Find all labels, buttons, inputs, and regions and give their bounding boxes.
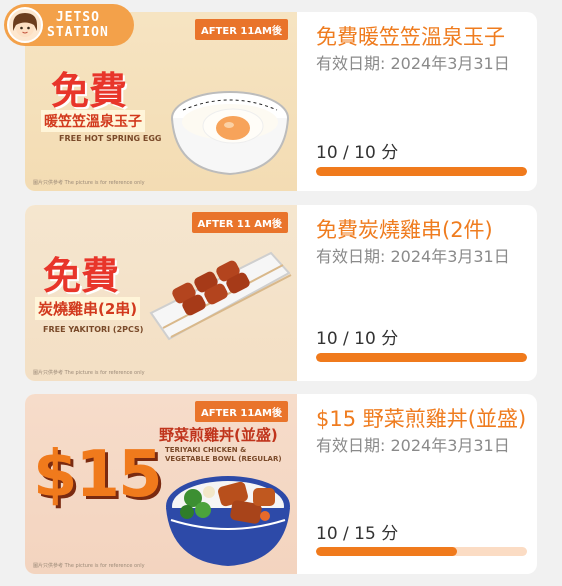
coupon-validity: 有效日期: 2024年3月31日 (316, 54, 510, 73)
promo-english-text: FREE YAKITORI (2PCS) (43, 325, 144, 334)
coupon-image: AFTER 11AM後 $15 野菜煎雞丼(並盛) TERIYAKI CHICK… (25, 394, 297, 574)
coupon-validity: 有效日期: 2024年3月31日 (316, 247, 510, 266)
coupon-title: 免費炭燒雞串(2件) (316, 218, 493, 242)
mascot-face-icon (7, 7, 43, 43)
coupon-title: $15 野菜煎雞丼(並盛) (316, 407, 527, 431)
fine-print: 圖片只供參考 The picture is for reference only (33, 370, 145, 376)
coupon-card-chicken-bowl[interactable]: AFTER 11AM後 $15 野菜煎雞丼(並盛) TERIYAKI CHICK… (25, 394, 537, 574)
coupon-progress-fill (316, 353, 527, 362)
after-11am-tag: AFTER 11 AM後 (191, 212, 288, 233)
coupon-progress-fill (316, 547, 457, 556)
coupon-count: 10 / 10 分 (316, 329, 399, 349)
yakitori-plate-illustration (149, 251, 292, 341)
jetso-station-logo: JETSO STATION (4, 4, 134, 46)
coupon-count: 10 / 10 分 (316, 143, 399, 163)
egg-bowl-illustration (171, 91, 289, 176)
promo-free-text: 免費 (51, 69, 128, 113)
coupon-progress-fill (316, 167, 527, 176)
fine-print: 圖片只供參考 The picture is for reference only (33, 180, 145, 186)
coupon-info: 免費炭燒雞串(2件) 有效日期: 2024年3月31日 10 / 10 分 (297, 205, 537, 381)
coupon-validity: 有效日期: 2024年3月31日 (316, 436, 510, 455)
promo-item-text: 野菜煎雞丼(並盛) (159, 426, 278, 444)
logo-text: JETSO STATION (47, 10, 109, 40)
coupon-progress-bar (316, 167, 527, 176)
promo-price-text: $15 (33, 438, 163, 512)
logo-line2: STATION (47, 25, 109, 40)
coupon-card-yakitori[interactable]: AFTER 11 AM後 免費 炭燒雞串(2串) FREE YAKITORI (… (25, 205, 537, 381)
coupon-progress-bar (316, 547, 527, 556)
promo-item-text: 炭燒雞串(2串) (35, 297, 141, 320)
chicken-bowl-illustration (166, 476, 290, 566)
coupon-image: AFTER 11 AM後 免費 炭燒雞串(2串) FREE YAKITORI (… (25, 205, 297, 381)
coupon-info: 免費暖笠笠溫泉玉子 有效日期: 2024年3月31日 10 / 10 分 (297, 12, 537, 191)
after-11am-tag: AFTER 11AM後 (194, 19, 288, 40)
coupon-count: 10 / 15 分 (316, 524, 399, 544)
promo-item-text: 暖笠笠溫泉玉子 (41, 110, 145, 132)
fine-print: 圖片只供參考 The picture is for reference only (33, 563, 145, 569)
promo-free-text: 免費 (43, 254, 120, 298)
coupon-progress-bar (316, 353, 527, 362)
after-11am-tag: AFTER 11AM後 (194, 401, 288, 422)
promo-english-text: FREE HOT SPRING EGG (59, 134, 162, 143)
coupon-title: 免費暖笠笠溫泉玉子 (316, 25, 505, 49)
coupon-info: $15 野菜煎雞丼(並盛) 有效日期: 2024年3月31日 10 / 15 分 (297, 394, 537, 574)
logo-line1: JETSO (55, 10, 100, 25)
